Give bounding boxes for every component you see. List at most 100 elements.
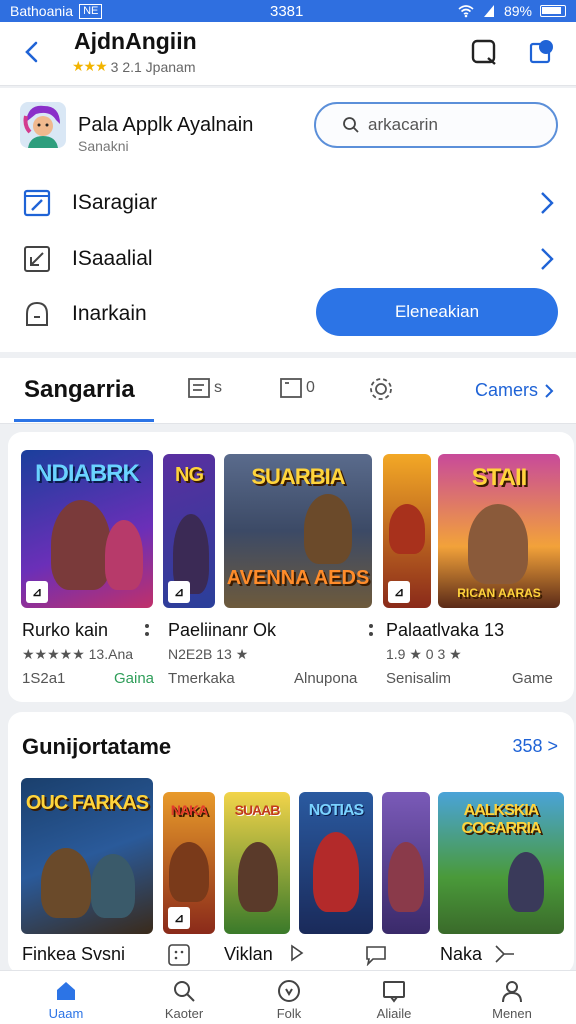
character-figure: [105, 520, 143, 590]
tab-games-link[interactable]: Camers: [475, 380, 554, 401]
search-icon: [174, 981, 195, 1002]
game-title-s2-1[interactable]: Finkea Svsni: [22, 944, 125, 965]
back-arrow-icon[interactable]: [18, 38, 46, 66]
status-bar: Bathoania NE 3381 89%: [0, 0, 576, 22]
game-tile-s2-4[interactable]: NOTIAS: [299, 792, 373, 934]
game-sub-3: Tmerkaka: [168, 670, 235, 687]
chevron-right-icon: [545, 383, 554, 398]
section-title: Gunijortatame: [22, 734, 172, 759]
share-arrow-icon[interactable]: [494, 944, 516, 964]
character-figure: [468, 504, 528, 584]
home-outline-icon: [26, 301, 48, 326]
more-options-icon[interactable]: [144, 622, 150, 640]
menu-label-3: Inarkain: [72, 302, 147, 325]
game-category-1: Gaina: [114, 670, 155, 687]
nav-label-folk: Folk: [276, 1006, 302, 1021]
game-tile-s2-5[interactable]: [382, 792, 430, 934]
app-bar: AjdnAngiin ★★★ 3 2.1 Jpanam: [0, 22, 576, 86]
menu-row-2[interactable]: ISaaalial: [0, 234, 576, 284]
nav-folk[interactable]: Folk: [249, 979, 329, 1021]
settings-gear-icon[interactable]: [368, 376, 394, 402]
carrier-label: Bathoania: [10, 3, 74, 19]
rating-stars: ★★★: [72, 58, 108, 74]
publisher-badge: ⊿: [388, 581, 410, 603]
game-tile-s2-2[interactable]: NAKA ⊿: [163, 792, 215, 934]
nav-label-search: Kaoter: [164, 1006, 204, 1021]
rating-text: 3 2.1 Jpanam: [110, 58, 196, 75]
game-tile-title-5: STAII: [471, 464, 528, 491]
chevron-right-icon: [541, 192, 554, 214]
games-section-1: NDIABRK ⊿ NG ⊿ SUARBIA AVENNA AEDS ⊿ STA…: [8, 432, 574, 702]
game-tile-title-2: NG: [175, 464, 204, 486]
tab-list-label: s: [214, 379, 222, 396]
search-input[interactable]: arkacarin: [314, 102, 558, 148]
publisher-badge: ⊿: [168, 907, 190, 929]
primary-action-button[interactable]: Eleneakian: [316, 288, 558, 336]
list-icon: [188, 378, 210, 398]
section-see-all-link[interactable]: 358 >: [512, 736, 558, 757]
resize-icon: [24, 246, 50, 272]
status-box: NE: [79, 3, 103, 19]
battery-icon: [540, 5, 566, 17]
game-tile-s2-3[interactable]: SUAAB: [224, 792, 290, 934]
publisher-badge: ⊿: [168, 581, 190, 603]
character-figure: [304, 494, 352, 564]
game-tile-title-s2-3: SUAAB: [234, 802, 281, 818]
nav-label-home: Uaam: [48, 1006, 84, 1021]
game-tile-sub-5: RICAN AARAS: [457, 586, 541, 600]
nav-label-profile: Menen: [492, 1006, 532, 1021]
game-tile-2[interactable]: NG ⊿: [163, 454, 215, 608]
avatar[interactable]: [20, 102, 66, 148]
game-title-s2-3[interactable]: Viklan: [224, 944, 273, 965]
game-tile-s2-1[interactable]: OUC FARKAS: [21, 778, 153, 934]
character-figure: [41, 848, 91, 918]
signal-icon: [483, 5, 494, 17]
tab-window-label: 0: [306, 379, 315, 396]
app-title: AjdnAngiin: [74, 28, 197, 54]
wifi-icon: [458, 5, 474, 18]
game-title-1[interactable]: Rurko kain: [22, 620, 108, 641]
more-options-icon[interactable]: [368, 622, 374, 640]
menu-label-1: ISaragiar: [72, 191, 158, 214]
character-figure: [388, 842, 424, 912]
chevron-right-icon: [541, 248, 554, 270]
game-tile-4[interactable]: ⊿: [383, 454, 431, 608]
profile-card: Pala Applk Ayalnain Sanakni arkacarin IS…: [0, 88, 576, 352]
play-icon[interactable]: [290, 944, 304, 962]
game-meta-3: N2E2B 13 ★: [168, 646, 249, 662]
game-title-3[interactable]: Paeliinanr Ok: [168, 620, 276, 641]
game-tile-5[interactable]: STAII RICAN AARAS: [438, 454, 560, 608]
character-figure: [238, 842, 278, 912]
character-figure: [389, 504, 425, 554]
game-tile-title-s2-6: AALKSKIA COGARRIA: [461, 802, 541, 837]
nav-home[interactable]: Uaam: [26, 979, 106, 1021]
game-tile-1[interactable]: NDIABRK ⊿: [21, 450, 153, 608]
game-tile-title-3: SUARBIA: [251, 464, 345, 489]
tab-active[interactable]: Sangarria: [24, 376, 135, 404]
game-tile-3[interactable]: SUARBIA AVENNA AEDS: [224, 454, 372, 608]
menu-row-1[interactable]: ISaragiar: [0, 178, 576, 228]
nav-library[interactable]: Aliaile: [354, 979, 434, 1021]
nav-profile[interactable]: Menen: [472, 979, 552, 1021]
share-icon[interactable]: [470, 38, 498, 66]
person-icon: [502, 981, 522, 1003]
search-icon: [343, 117, 359, 133]
tab-window[interactable]: 0: [280, 378, 315, 398]
notification-icon[interactable]: [528, 38, 556, 66]
compass-icon: [278, 980, 300, 1002]
game-title-s2-6[interactable]: Naka: [440, 944, 482, 965]
game-tile-title-s2-4: NOTIAS: [308, 802, 364, 819]
game-title-5[interactable]: Palaatlvaka 13: [386, 620, 504, 641]
character-figure: [313, 832, 359, 912]
game-category-3: Alnupona: [294, 670, 358, 687]
game-tile-s2-6[interactable]: AALKSKIA COGARRIA: [438, 792, 564, 934]
game-meta-1: ★★★★★ 13.Ana: [22, 646, 134, 662]
grid-icon[interactable]: [168, 944, 190, 966]
bottom-nav: Uaam Kaoter Folk Aliaile Menen: [0, 970, 576, 1024]
chat-bubble-icon[interactable]: [364, 944, 388, 966]
publisher-badge: ⊿: [26, 581, 48, 603]
tab-list[interactable]: s: [188, 378, 222, 398]
game-tile-sub-3: AVENNA AEDS: [226, 567, 370, 589]
nav-search[interactable]: Kaoter: [144, 979, 224, 1021]
game-meta-5: 1.9 ★ 0 3 ★: [386, 646, 462, 662]
